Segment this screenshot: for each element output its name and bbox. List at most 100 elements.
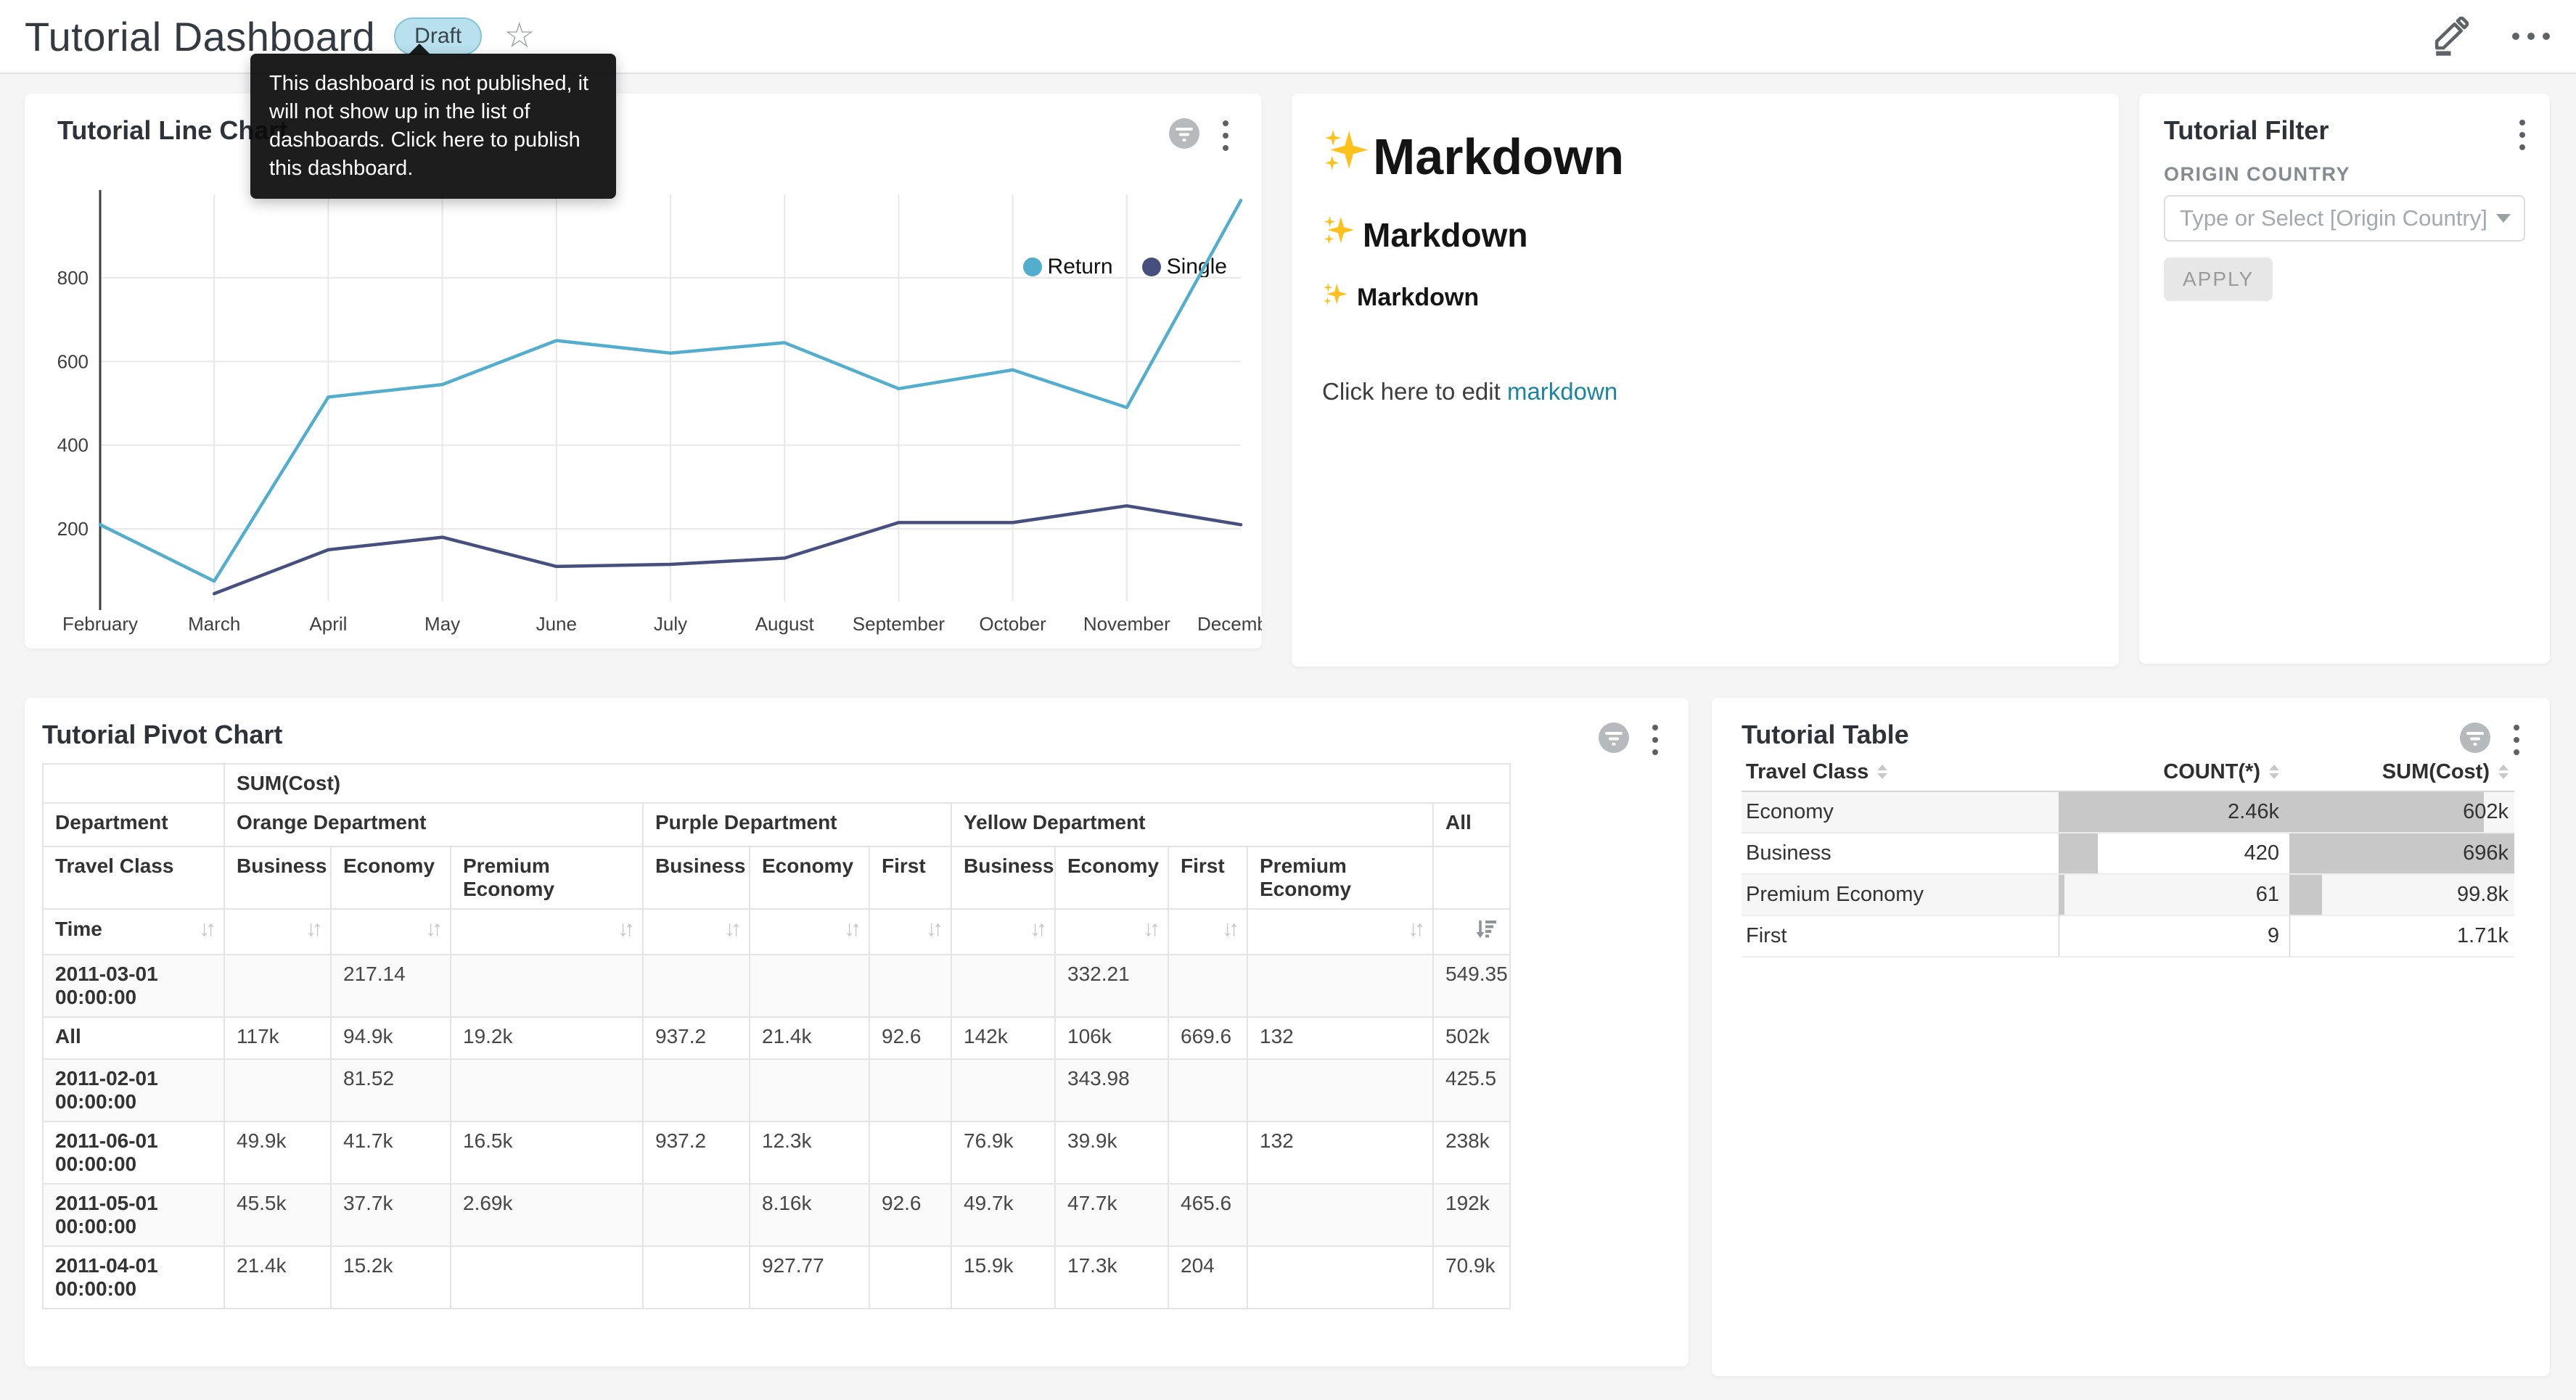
table-row: Business420696k — [1742, 833, 2514, 875]
pivot-value-cell — [869, 1246, 951, 1309]
sort-icon[interactable]: ↓↑ — [1408, 917, 1421, 942]
filter-circle-icon[interactable] — [1597, 721, 1630, 758]
apply-button[interactable]: APPLY — [2164, 258, 2273, 301]
pivot-value-cell — [1168, 955, 1247, 1017]
count-cell: 420 — [2059, 833, 2289, 873]
table-row: Premium Economy6199.8k — [1742, 875, 2514, 916]
sort-icon[interactable] — [1877, 765, 1887, 779]
sort-icon[interactable]: ↓↑ — [1030, 917, 1043, 942]
pivot-sort-cell: ↓↑ — [1055, 909, 1168, 955]
pivot-table: SUM(Cost)DepartmentOrange DepartmentPurp… — [42, 763, 1511, 1309]
pivot-value-cell: 117k — [224, 1017, 331, 1059]
pivot-value-cell: 39.9k — [1055, 1121, 1168, 1184]
pivot-class-header: First — [1168, 847, 1247, 909]
kebab-menu-icon[interactable] — [1649, 722, 1661, 758]
publish-tooltip[interactable]: This dashboard is not published, it will… — [250, 54, 616, 199]
sparkles-icon — [1322, 127, 1370, 186]
pivot-value-cell: 2.69k — [451, 1184, 643, 1246]
pivot-row-label: 2011-04-01 00:00:00 — [43, 1246, 224, 1309]
pivot-value-cell: 204 — [1168, 1246, 1247, 1309]
sort-icon[interactable]: ↓↑ — [305, 917, 319, 942]
pivot-value-cell — [643, 955, 750, 1017]
pivot-value-cell — [951, 1059, 1055, 1121]
pivot-value-cell — [451, 1059, 643, 1121]
sort-icon[interactable] — [2269, 765, 2279, 779]
pivot-value-cell: 238k — [1433, 1121, 1510, 1184]
sort-descending-icon[interactable] — [1473, 917, 1498, 947]
select-placeholder: Type or Select [Origin Country] — [2180, 205, 2496, 231]
pivot-value-cell — [643, 1184, 750, 1246]
ellipsis-icon[interactable] — [2512, 33, 2550, 40]
origin-country-select[interactable]: Type or Select [Origin Country] — [2164, 195, 2525, 242]
sort-icon[interactable]: ↓↑ — [724, 917, 737, 942]
pivot-class-header: Business — [951, 847, 1055, 909]
edit-pencil-icon[interactable] — [2429, 14, 2472, 59]
pivot-value-cell: 927.77 — [750, 1246, 869, 1309]
sort-icon[interactable]: ↓↑ — [926, 917, 939, 942]
pivot-value-cell — [1168, 1121, 1247, 1184]
sort-icon[interactable] — [2498, 765, 2509, 779]
column-header-travel-class[interactable]: Travel Class — [1742, 753, 2059, 791]
kebab-menu-icon[interactable] — [2511, 722, 2522, 758]
value-bar — [2289, 792, 2484, 832]
column-header-sum-cost[interactable]: SUM(Cost) — [2289, 753, 2514, 791]
sort-icon[interactable]: ↓↑ — [199, 917, 212, 942]
sort-icon[interactable]: ↓↑ — [618, 917, 631, 942]
pivot-value-cell: 192k — [1433, 1184, 1510, 1246]
pivot-value-cell — [869, 955, 951, 1017]
svg-text:June: June — [536, 613, 577, 635]
pivot-value-cell: 937.2 — [643, 1017, 750, 1059]
pivot-value-cell: 12.3k — [750, 1121, 869, 1184]
svg-text:600: 600 — [57, 350, 89, 372]
travel-class-cell: Economy — [1742, 792, 2059, 832]
pivot-class-header: Business — [643, 847, 750, 909]
pivot-department-group: Yellow Department — [951, 803, 1433, 847]
star-icon[interactable]: ☆ — [504, 19, 535, 54]
pivot-value-cell: 41.7k — [331, 1121, 451, 1184]
pivot-value-cell: 17.3k — [1055, 1246, 1168, 1309]
pivot-value-cell: 343.98 — [1055, 1059, 1168, 1121]
travel-class-cell: Premium Economy — [1742, 875, 2059, 915]
pivot-value-cell: 425.5 — [1433, 1059, 1510, 1121]
svg-text:February: February — [62, 613, 138, 635]
markdown-edit-link[interactable]: markdown — [1507, 378, 1617, 405]
chevron-down-icon — [2496, 214, 2511, 223]
travel-class-cell: Business — [1742, 833, 2059, 873]
svg-text:July: July — [654, 613, 687, 635]
sparkles-icon — [1322, 214, 1355, 255]
count-cell: 2.46k — [2059, 792, 2289, 832]
value-bar — [2059, 833, 2098, 873]
column-header-count[interactable]: COUNT(*) — [2059, 753, 2289, 791]
draft-badge[interactable]: Draft — [394, 17, 482, 55]
pivot-department-label: Department — [43, 803, 224, 847]
pivot-value-cell: 21.4k — [224, 1246, 331, 1309]
pivot-row: 2011-05-01 00:00:0045.5k37.7k2.69k8.16k9… — [43, 1184, 1510, 1246]
kebab-menu-icon[interactable] — [2516, 117, 2528, 153]
pivot-value-cell: 8.16k — [750, 1184, 869, 1246]
table-header-row: Travel ClassCOUNT(*)SUM(Cost) — [1742, 753, 2514, 792]
pivot-value-cell: 49.9k — [224, 1121, 331, 1184]
sum-cell: 696k — [2289, 833, 2514, 873]
sort-icon[interactable]: ↓↑ — [1222, 917, 1235, 942]
pivot-row-label: 2011-06-01 00:00:00 — [43, 1121, 224, 1184]
sum-cell: 602k — [2289, 792, 2514, 832]
markdown-h3: Markdown — [1322, 281, 2090, 314]
pivot-sort-cell: ↓↑ — [1168, 909, 1247, 955]
pivot-value-cell: 15.2k — [331, 1246, 451, 1309]
line-chart-card: Tutorial Line Chart ReturnSingle 2004006… — [25, 94, 1262, 648]
pivot-sort-cell: ↓↑ — [869, 909, 951, 955]
pivot-sort-cell: ↓↑ — [750, 909, 869, 955]
pivot-value-cell: 132 — [1247, 1121, 1433, 1184]
pivot-value-cell — [224, 1059, 331, 1121]
pivot-value-cell — [224, 955, 331, 1017]
pivot-time-header: Time↓↑ — [43, 909, 224, 955]
value-bar — [2059, 875, 2064, 915]
origin-country-label: ORIGIN COUNTRY — [2164, 163, 2350, 186]
pivot-sort-cell: ↓↑ — [331, 909, 451, 955]
pivot-value-cell — [1247, 1184, 1433, 1246]
svg-text:August: August — [755, 613, 815, 635]
sort-icon[interactable]: ↓↑ — [844, 917, 857, 942]
sort-icon[interactable]: ↓↑ — [1143, 917, 1156, 942]
pivot-value-cell: 49.7k — [951, 1184, 1055, 1246]
sort-icon[interactable]: ↓↑ — [425, 917, 438, 942]
